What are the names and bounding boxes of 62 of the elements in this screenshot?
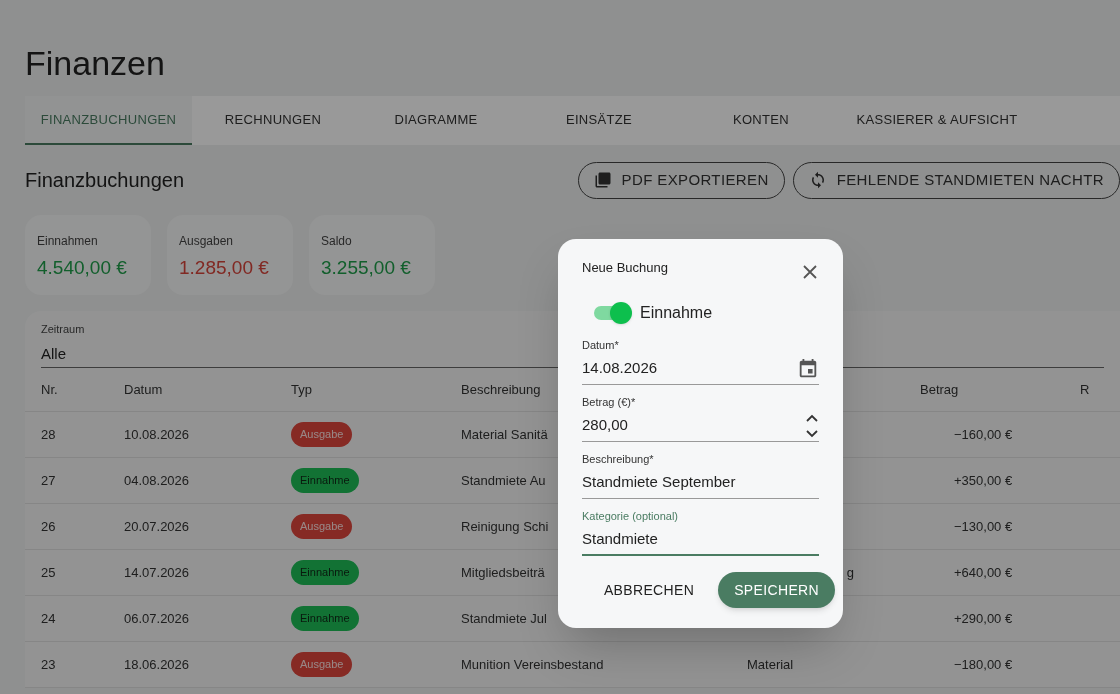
summary-label: Einnahmen: [37, 233, 99, 250]
table-cell: 04.08.2026: [124, 472, 190, 488]
calendar-icon[interactable]: [797, 357, 819, 380]
table-cell: +350,00 €: [954, 472, 1013, 488]
column-header: R: [1080, 381, 1090, 397]
tab[interactable]: EINSÄTZE: [518, 96, 680, 145]
summary-label: Saldo: [321, 233, 353, 250]
table-cell-text: g: [846, 563, 854, 582]
input-field[interactable]: Datum* 14.08.2026: [582, 337, 819, 385]
table-cell: 18.06.2026: [124, 656, 190, 672]
column-header: Datum: [124, 381, 163, 397]
column-header: Typ: [291, 381, 312, 397]
table-cell: −180,00 €: [954, 656, 1013, 672]
type-chip: Einnahme: [291, 560, 359, 585]
summary-value: 1.285,00 €: [179, 256, 270, 280]
tab[interactable]: DIAGRAMME: [354, 96, 518, 145]
table-cell: 20.07.2026: [124, 518, 190, 534]
close-icon[interactable]: [802, 264, 818, 280]
table-cell: −130,00 €: [954, 518, 1013, 534]
table-cell: 26: [41, 518, 56, 534]
table-cell: +290,00 €: [954, 610, 1013, 626]
table-cell: +640,00 €: [954, 564, 1013, 580]
table-cell-text: Material: [747, 655, 794, 674]
tab[interactable]: FINANZBUCHUNGEN: [25, 96, 192, 145]
table-cell: Material Sanitä: [461, 426, 548, 442]
table-cell: 23: [41, 656, 56, 672]
table-cell: 10.08.2026: [124, 426, 190, 442]
input-field[interactable]: Betrag (€)* 280,00: [582, 394, 819, 442]
column-header: Nr.: [41, 381, 58, 397]
table-cell: Munition Vereinsbestand: [461, 656, 604, 672]
dialog-title: Neue Buchung: [582, 259, 668, 277]
table-cell: −160,00 €: [954, 426, 1013, 442]
table-cell: Mitgliedsbeiträ: [461, 564, 545, 580]
input-field[interactable]: Kategorie (optional) Standmiete: [582, 508, 819, 556]
cancel-button[interactable]: ABBRECHEN: [587, 572, 711, 608]
table-cell: 14.07.2026: [124, 564, 190, 580]
table-cell: Reinigung Schi: [461, 518, 549, 534]
type-chip: Ausgabe: [291, 422, 353, 447]
table-cell: Standmiete Au: [461, 472, 546, 488]
tab[interactable]: KASSIERER & AUFSICHT: [842, 96, 1032, 145]
input-field[interactable]: Beschreibung* Standmiete September: [582, 451, 819, 499]
column-header: Beschreibung: [461, 381, 541, 397]
table-cell: 27: [41, 472, 56, 488]
table-cell: 06.07.2026: [124, 610, 190, 626]
save-button[interactable]: SPEICHERN: [718, 572, 835, 608]
tab[interactable]: KONTEN: [680, 96, 842, 145]
switch-label: Einnahme: [640, 303, 713, 323]
table-cell: 25: [41, 564, 56, 580]
table-cell: Standmiete Jul: [461, 610, 547, 626]
summary-label: Ausgaben: [179, 233, 235, 250]
section-title: Finanzbuchungen: [25, 168, 185, 193]
type-chip: Ausgabe: [291, 652, 353, 677]
type-chip: Einnahme: [291, 606, 359, 631]
table-cell: 24: [41, 610, 56, 626]
summary-value: 4.540,00 €: [37, 256, 128, 280]
table-cell: 28: [41, 426, 56, 442]
page-title: Finanzen: [25, 43, 166, 84]
tab[interactable]: RECHNUNGEN: [192, 96, 354, 145]
summary-value: 3.255,00 €: [321, 256, 412, 280]
column-header: Betrag: [920, 381, 959, 397]
type-chip: Einnahme: [291, 468, 359, 493]
type-chip: Ausgabe: [291, 514, 353, 539]
